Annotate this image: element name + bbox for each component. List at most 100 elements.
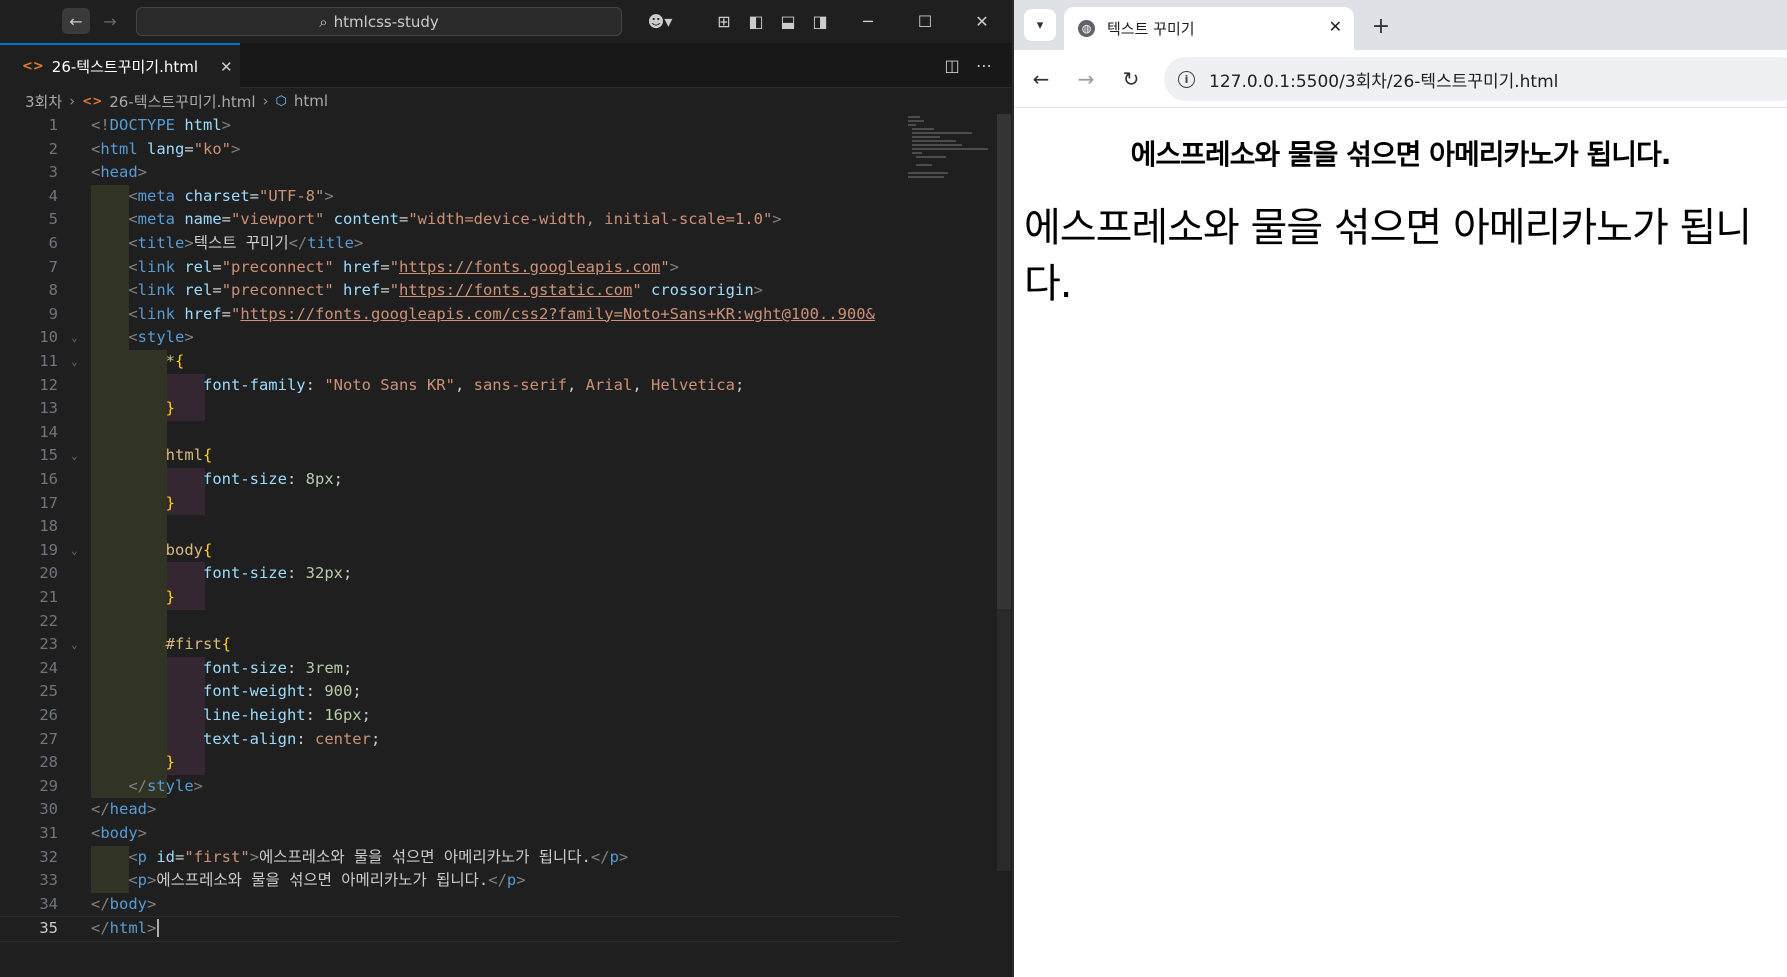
code-line[interactable]: 16 font-size: 8px; [0,468,900,492]
split-editor-icon[interactable]: ◫ [938,52,966,78]
layout-customize-icon[interactable]: ⊞ [710,8,738,34]
back-arrow-icon[interactable]: ← [1026,64,1056,94]
line-number: 28 [39,753,58,772]
code-text: <meta name="viewport" content="width=dev… [128,210,782,229]
code-line[interactable]: 32 <p id="first">에스프레소와 물을 섞으면 아메리카노가 됩니… [0,846,900,870]
copilot-icon[interactable]: ☻▾ [640,8,680,34]
code-line[interactable]: 22 [0,610,900,634]
back-arrow-icon[interactable]: ← [62,8,90,34]
code-text: text-align: center; [202,729,381,748]
line-number: 3 [48,163,58,182]
line-number: 8 [48,281,58,300]
code-line[interactable]: 29 </style> [0,775,900,799]
code-line[interactable]: 28 } [0,751,900,775]
breadcrumb-element[interactable]: html [294,92,328,110]
code-line[interactable]: 5 <meta name="viewport" content="width=d… [0,208,900,232]
minimap[interactable] [908,114,988,184]
line-number: 34 [39,894,58,913]
code-line[interactable]: 8 <link rel="preconnect" href="https://f… [0,279,900,303]
code-line[interactable]: 23 ⌄ #first{ [0,633,900,657]
browser-tab-active[interactable]: ◍ 텍스트 꾸미기 ✕ [1064,7,1354,50]
forward-arrow-icon[interactable]: → [96,8,124,34]
scrollbar-thumb[interactable] [997,114,1011,609]
line-number: 19 [39,540,58,559]
fold-chevron-icon[interactable]: ⌄ [71,350,78,374]
breadcrumb-folder[interactable]: 3회차 [25,91,62,112]
fold-chevron-icon[interactable]: ⌄ [71,444,78,468]
line-number: 12 [39,375,58,394]
code-text: </style> [128,776,204,795]
code-text: #first{ [165,635,231,654]
line-number: 20 [39,564,58,583]
vscode-window: ← → ⌕ htmlcss-study ☻▾ ⊞ ◧ ⬓ ◨ ─ ☐ ✕ <> … [0,0,1012,977]
code-line[interactable]: 30 </head> [0,798,900,822]
new-tab-icon[interactable]: + [1366,11,1396,41]
code-text: } [165,588,175,606]
code-line[interactable]: 3 <head> [0,161,900,185]
close-tab-icon[interactable]: ✕ [220,58,233,76]
fold-chevron-icon[interactable]: ⌄ [71,539,78,563]
code-text: </body> [91,894,157,913]
more-actions-icon[interactable]: ⋯ [970,52,998,78]
code-line[interactable]: 11 ⌄ *{ [0,350,900,374]
code-text: </head> [91,800,157,819]
html-file-icon: <> [22,59,44,74]
code-text: body{ [165,540,213,559]
code-line[interactable]: 25 font-weight: 900; [0,680,900,704]
code-line[interactable]: 15 ⌄ html{ [0,444,900,468]
code-line[interactable]: 24 font-size: 3rem; [0,657,900,681]
line-number: 2 [48,139,58,158]
line-number: 13 [39,399,58,418]
code-line[interactable]: 12 font-family: "Noto Sans KR", sans-ser… [0,374,900,398]
toggle-secondary-sidebar-icon[interactable]: ◨ [806,8,834,34]
code-line[interactable]: 2 <html lang="ko"> [0,138,900,162]
code-line[interactable]: 14 [0,421,900,445]
editor-tab-active[interactable]: <> 26-텍스트꾸미기.html ✕ [0,43,240,88]
code-line[interactable]: 17 } [0,492,900,516]
command-center-search[interactable]: ⌕ htmlcss-study [136,7,622,36]
line-number: 24 [39,658,58,677]
code-line[interactable]: 13 } [0,397,900,421]
code-line[interactable]: 31 <body> [0,822,900,846]
close-window-icon[interactable]: ✕ [962,8,1002,34]
code-text: <p id="first">에스프레소와 물을 섞으면 아메리카노가 됩니다.<… [128,847,629,866]
code-editor[interactable]: 1 <!DOCTYPE html> 2 <html lang="ko"> 3 <head>… [0,114,900,977]
code-line[interactable]: 4 <meta charset="UTF-8"> [0,185,900,209]
line-number: 35 [39,919,58,938]
fold-chevron-icon[interactable]: ⌄ [71,633,78,657]
code-line[interactable]: 6 <title>텍스트 꾸미기</title> [0,232,900,256]
code-line[interactable]: 33 <p>에스프레소와 물을 섞으면 아메리카노가 됩니다.</p> [0,869,900,893]
line-number: 22 [39,611,58,630]
fold-chevron-icon[interactable]: ⌄ [71,326,78,350]
code-line[interactable]: 21 } [0,586,900,610]
forward-arrow-icon[interactable]: → [1071,64,1101,94]
code-text: <!DOCTYPE html> [91,116,231,134]
line-number: 15 [39,446,58,465]
code-line[interactable]: 34 </body> [0,893,900,917]
toggle-sidebar-icon[interactable]: ◧ [742,8,770,34]
line-number: 33 [39,871,58,890]
editor-tab-bar: <> 26-텍스트꾸미기.html ✕ ◫ ⋯ [0,43,1012,88]
code-line[interactable]: 7 <link rel="preconnect" href="https://f… [0,256,900,280]
code-line[interactable]: 35 </html>​ [0,916,900,942]
code-line[interactable]: 1 <!DOCTYPE html> [0,114,900,138]
site-info-icon[interactable]: i [1178,70,1195,88]
reload-icon[interactable]: ↻ [1116,64,1146,94]
code-line[interactable]: 19 ⌄ body{ [0,539,900,563]
code-line[interactable]: 10 ⌄ <style> [0,326,900,350]
code-line[interactable]: 9 <link href="https://fonts.googleapis.c… [0,303,900,327]
maximize-icon[interactable]: ☐ [905,8,945,34]
code-text: } [165,493,175,512]
minimize-icon[interactable]: ─ [848,8,888,34]
code-text: <html lang="ko"> [91,139,241,158]
code-line[interactable]: 27 text-align: center; [0,728,900,752]
line-number: 7 [48,257,58,276]
code-line[interactable]: 26 line-height: 16px; [0,704,900,728]
code-line[interactable]: 18 [0,515,900,539]
breadcrumb-file[interactable]: 26-텍스트꾸미기.html [109,91,255,112]
code-line[interactable]: 20 font-size: 32px; [0,562,900,586]
toggle-panel-icon[interactable]: ⬓ [774,8,802,34]
close-tab-icon[interactable]: ✕ [1329,17,1342,36]
address-bar[interactable]: i 127.0.0.1:5500/3회차/26-텍스트꾸미기.html [1164,57,1787,101]
tab-search-chevron-icon[interactable]: ▾ [1024,9,1056,41]
